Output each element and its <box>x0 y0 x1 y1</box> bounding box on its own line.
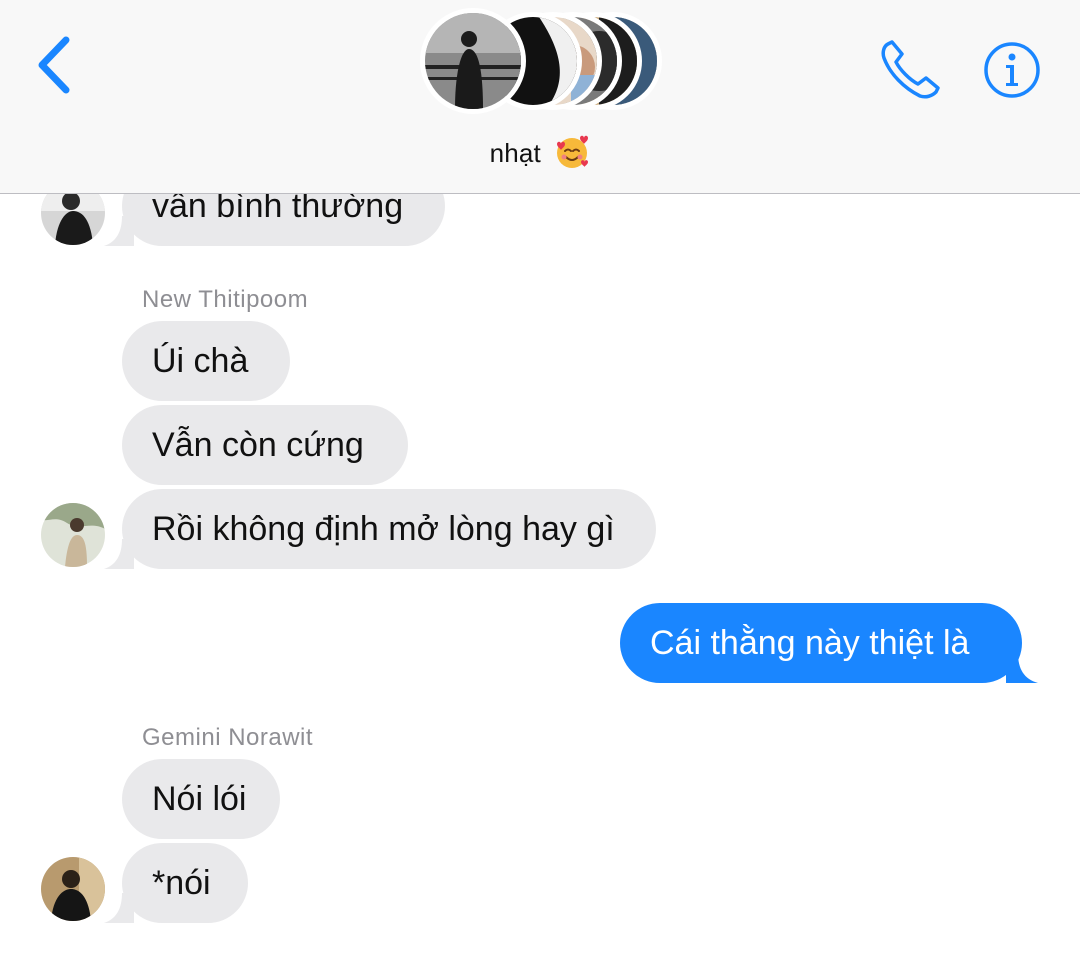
message-bubble[interactable]: Vẫn còn cứng <box>122 405 408 485</box>
smiling-face-with-hearts-icon <box>557 135 589 168</box>
group-name: nhạt <box>489 138 541 168</box>
message-bubble[interactable]: *nói <box>122 843 248 923</box>
bubble-tail <box>104 539 134 569</box>
message-bubble[interactable]: Nói lói <box>122 759 280 839</box>
message-bubble[interactable]: Úi chà <box>122 321 290 401</box>
group-title[interactable]: nhạt <box>0 134 1080 170</box>
message-bubble-outgoing[interactable]: Cái thằng này thiệt là <box>620 603 1022 683</box>
avatar[interactable] <box>41 503 105 567</box>
sender-name: Gemini Norawit <box>142 724 314 751</box>
info-icon <box>984 42 1040 98</box>
call-button[interactable] <box>878 38 944 102</box>
avatar <box>420 8 526 114</box>
bubble-tail <box>104 216 134 246</box>
info-button[interactable] <box>983 41 1041 99</box>
sender-name: New Thitipoom <box>142 286 309 313</box>
back-button[interactable] <box>30 32 80 98</box>
message-bubble[interactable]: Rồi không định mở lòng hay gì <box>122 489 656 569</box>
bubble-tail <box>104 893 134 923</box>
group-avatar-stack[interactable] <box>420 8 670 114</box>
chat-header: nhạt <box>0 0 1080 194</box>
avatar[interactable] <box>41 857 105 921</box>
bubble-tail <box>1006 653 1038 683</box>
phone-icon <box>881 40 940 99</box>
chevron-left-icon <box>38 36 70 94</box>
